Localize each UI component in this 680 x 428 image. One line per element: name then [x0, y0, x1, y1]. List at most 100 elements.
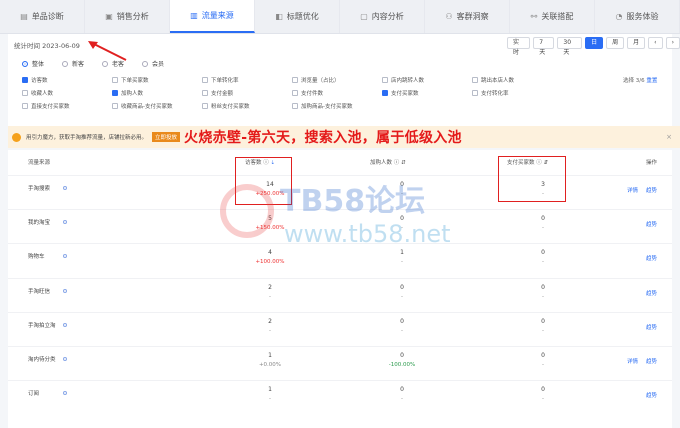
detail-link[interactable]: 详情 [627, 357, 638, 365]
metric-checkbox[interactable]: 支付件数 [292, 89, 382, 97]
highlight-box-buyers [498, 156, 566, 202]
metric-label: 支付买家数 [391, 91, 419, 97]
notice-action-button[interactable]: 立即投放 [152, 132, 181, 142]
metric-label: 下单买家数 [121, 78, 149, 84]
bag-icon: ▣ [105, 12, 113, 21]
range-30d-button[interactable]: 30天 [557, 37, 583, 56]
radio-all[interactable]: 整体 [22, 59, 44, 68]
metric-checkbox-grid: 访客数 下单买家数 下单转化率 浏览量（占比） 店内跳转人数 跳出本店人数收藏人数 加购人数… [22, 76, 602, 110]
chart-icon: ▥ [190, 11, 198, 20]
metric-label: 直接支付买家数 [31, 104, 70, 110]
range-week-button[interactable]: 周 [606, 37, 625, 49]
tab-title-optimize[interactable]: ◧ 标题优化 [255, 0, 340, 33]
checkbox-icon [112, 77, 118, 83]
tab-customer-insight[interactable]: ⚇ 客群洞察 [425, 0, 510, 33]
visitors-change: +100.00% [255, 259, 285, 265]
checkbox-checked-icon [112, 90, 118, 96]
range-realtime-button[interactable]: 实时 [507, 37, 531, 56]
prev-icon[interactable]: ‹ [648, 37, 663, 49]
row-source-name: 手淘搜索 [28, 186, 51, 192]
metric-checkbox[interactable]: 粉丝支付买家数 [202, 102, 292, 110]
radio-new[interactable]: 新客 [62, 59, 84, 68]
trend-link[interactable]: 趋势 [646, 220, 657, 228]
metric-label: 支付转化率 [481, 91, 509, 97]
row-divider [8, 346, 672, 347]
metric-checkbox[interactable]: 下单转化率 [202, 76, 292, 84]
header-cart[interactable]: 加购人数 ⓘ ⇵ [370, 158, 406, 166]
metric-checkbox[interactable]: 收藏商品-支付买家数 [112, 102, 202, 110]
tab-product-diagnosis[interactable]: ▤ 单品诊断 [0, 0, 85, 33]
row-divider [8, 243, 672, 244]
range-day-button[interactable]: 日 [585, 37, 604, 49]
radio-returning[interactable]: 老客 [102, 59, 124, 68]
metric-checkbox[interactable]: 收藏人数 [22, 89, 112, 97]
metric-checkbox[interactable]: 加购商品-支付买家数 [292, 102, 382, 110]
cart-value: 0 [400, 318, 404, 325]
tab-content-analysis[interactable]: ▢ 内容分析 [340, 0, 425, 33]
range-7d-button[interactable]: 7天 [533, 37, 555, 56]
trend-link[interactable]: 趋势 [646, 254, 657, 262]
tab-traffic-source[interactable]: ▥ 流量来源 [170, 0, 255, 33]
metric-checkbox[interactable]: 加购人数 [112, 89, 202, 97]
metric-checkbox[interactable]: 直接支付买家数 [22, 102, 112, 110]
tab-label: 内容分析 [371, 12, 404, 21]
tab-label: 标题优化 [286, 12, 319, 21]
reset-link[interactable]: 重置 [646, 78, 657, 84]
metric-checkbox[interactable]: 下单买家数 [112, 76, 202, 84]
range-month-button[interactable]: 月 [627, 37, 646, 49]
close-icon[interactable]: × [666, 133, 672, 141]
metric-label: 收藏人数 [31, 91, 54, 97]
radio-dot [142, 60, 149, 67]
trend-link[interactable]: 趋势 [646, 357, 657, 365]
trend-link[interactable]: 趋势 [646, 289, 657, 297]
row-source-name: 手淘拍立淘 [28, 323, 56, 329]
info-icon [63, 254, 67, 258]
notice-bar: 用引力魔方，获取手淘推荐流量，店铺拉新必用。 立即投放 火烧赤壁-第六天，搜索入… [8, 126, 680, 148]
visitors-change: - [269, 294, 271, 300]
visitors-change: +0.00% [258, 362, 282, 368]
bulb-icon [12, 132, 21, 142]
highlight-box-visitors [235, 157, 292, 205]
metric-label: 浏览量（占比） [301, 78, 340, 84]
metric-checkbox[interactable]: 访客数 [22, 76, 112, 84]
tab-service-experience[interactable]: ◔ 服务体验 [595, 0, 680, 33]
radio-label: 新客 [72, 61, 85, 68]
visitors-value: 4 [268, 249, 272, 256]
row-divider [8, 209, 672, 210]
info-icon [63, 220, 67, 224]
radio-member[interactable]: 会员 [142, 59, 164, 68]
header-source: 流量来源 [28, 160, 51, 166]
next-icon[interactable]: › [665, 37, 680, 49]
buyers-value: 0 [541, 318, 545, 325]
metric-checkbox[interactable]: 店内跳转人数 [382, 76, 472, 84]
radio-dot [102, 60, 109, 67]
metric-checkbox[interactable]: 支付金额 [202, 89, 292, 97]
metric-checkbox[interactable]: 跳出本店人数 [472, 76, 562, 84]
row-divider [8, 380, 672, 381]
radio-label: 整体 [32, 61, 45, 68]
row-source-name: 订阅 [28, 391, 40, 397]
checkbox-icon [202, 90, 208, 96]
page: ▤ 单品诊断 ▣ 销售分析 ▥ 流量来源 ◧ 标题优化 ▢ 内容分析 ⚇ 客群洞察 ⚯ 关联搭… [0, 0, 680, 428]
metric-checkbox[interactable]: 支付转化率 [472, 89, 562, 97]
metric-label: 跳出本店人数 [481, 78, 515, 84]
info-icon [63, 323, 67, 327]
trend-link[interactable]: 趋势 [646, 186, 657, 194]
metric-label: 下单转化率 [211, 78, 239, 84]
trend-link[interactable]: 趋势 [646, 323, 657, 331]
trend-link[interactable]: 趋势 [646, 391, 657, 399]
row-divider [8, 312, 672, 313]
metric-checkbox[interactable]: 浏览量（占比） [292, 76, 382, 84]
info-icon [63, 186, 67, 190]
metric-checkbox[interactable]: 支付买家数 [382, 89, 472, 97]
info-icon [63, 289, 67, 293]
buyers-value: 0 [541, 352, 545, 359]
selection-count: 选择 3/6 重置 [623, 76, 657, 84]
buyers-value: 0 [541, 249, 545, 256]
visitors-change: - [269, 396, 271, 402]
tab-sales-analysis[interactable]: ▣ 销售分析 [85, 0, 170, 33]
tab-related-match[interactable]: ⚯ 关联搭配 [510, 0, 595, 33]
people-icon: ⚇ [445, 12, 453, 21]
cart-value: 0 [400, 352, 404, 359]
detail-link[interactable]: 详情 [627, 186, 638, 194]
